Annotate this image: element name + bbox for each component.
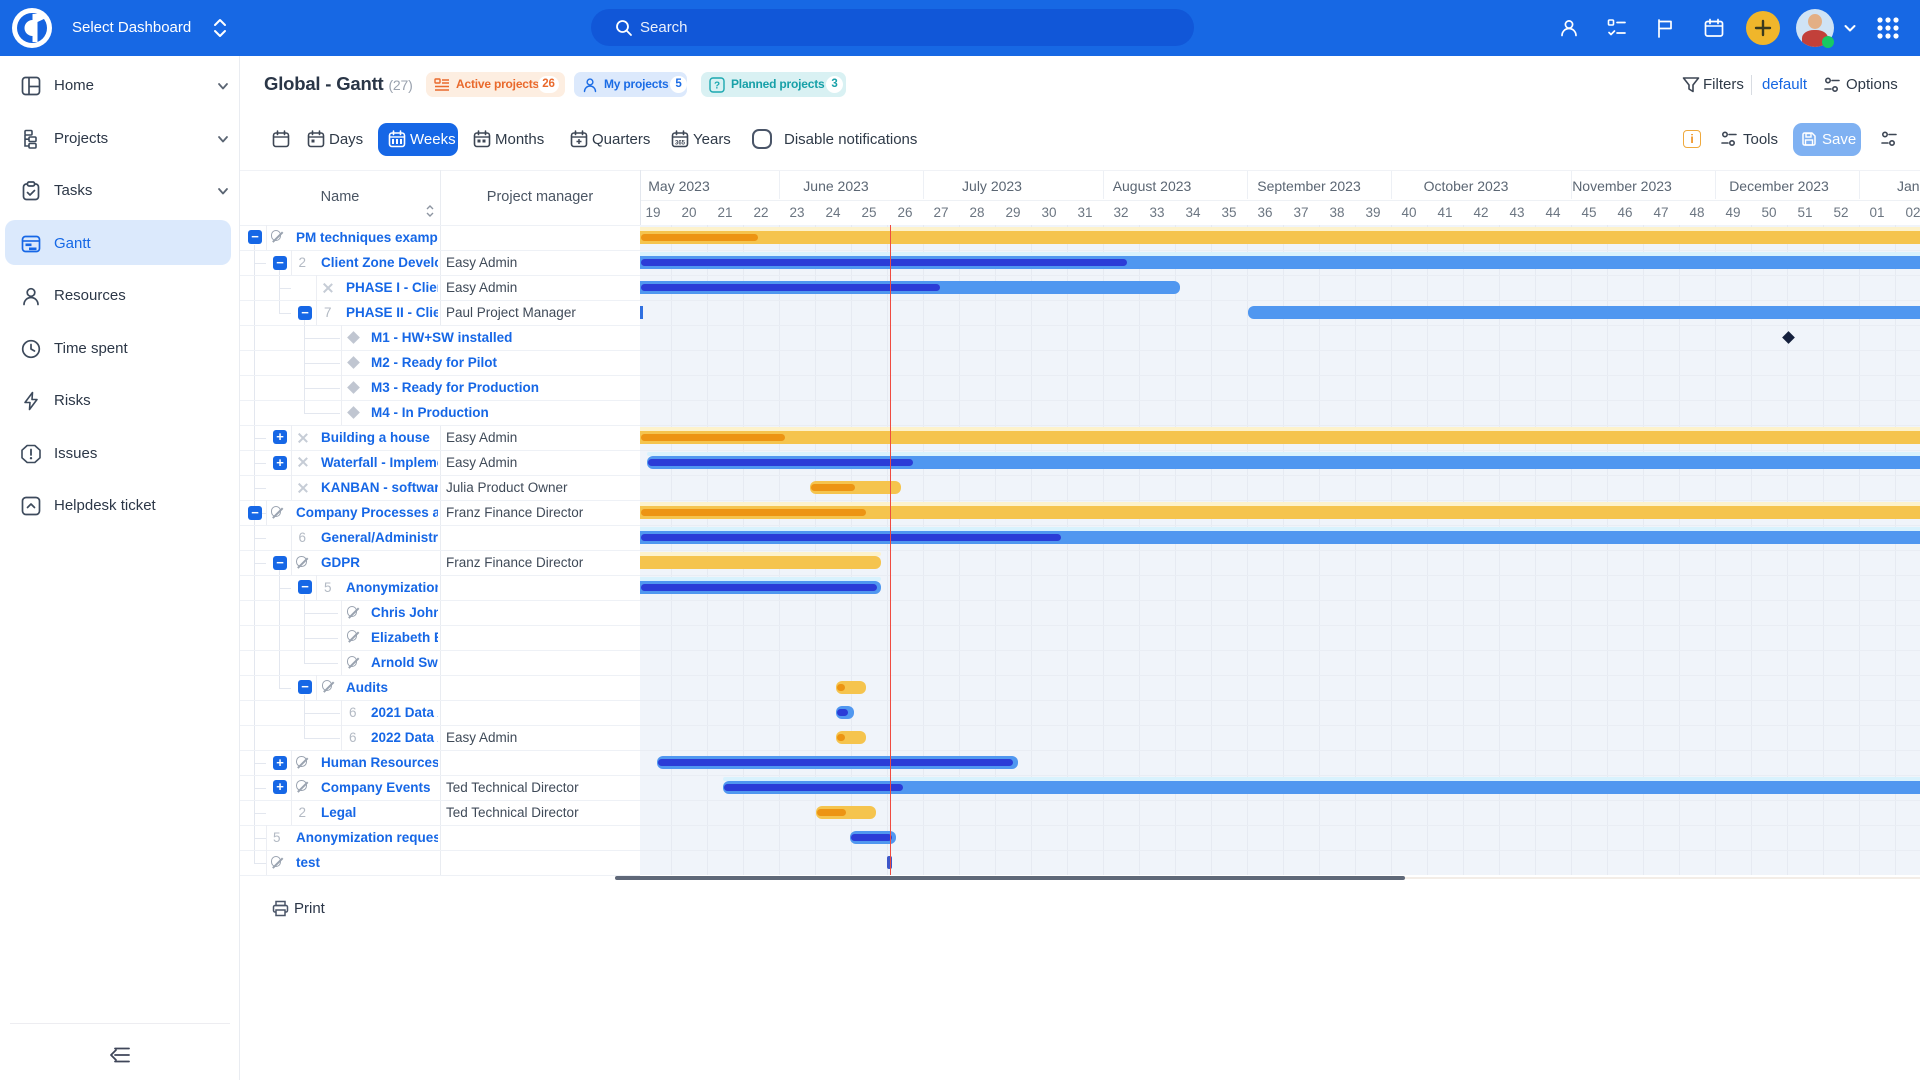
svg-text:365: 365 — [675, 141, 686, 147]
svg-text:?: ? — [714, 80, 720, 91]
